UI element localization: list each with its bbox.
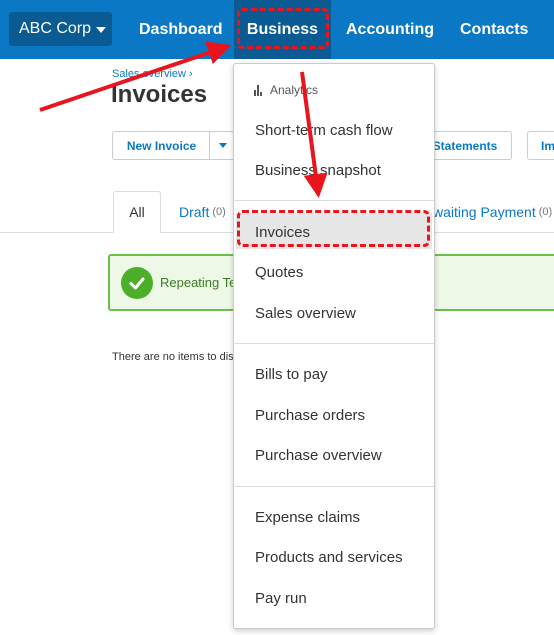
menu-item-quotes[interactable]: Quotes <box>255 264 303 281</box>
business-highlight-box <box>237 8 329 49</box>
bar-chart-icon <box>254 84 263 96</box>
menu-heading-label: Analytics <box>270 83 319 97</box>
menu-item-expense-claims[interactable]: Expense claims <box>255 509 360 526</box>
tab-draft[interactable]: Draft (0) <box>179 191 226 233</box>
org-name: ABC Corp <box>19 20 92 37</box>
menu-heading: Analytics <box>254 83 318 97</box>
empty-state-text: There are no items to dis <box>112 351 234 363</box>
menu-item-sales-overview[interactable]: Sales overview <box>255 305 356 322</box>
alert-message: Repeating Te <box>160 275 237 290</box>
import-button[interactable]: Im <box>527 131 554 160</box>
menu-item-pay-run[interactable]: Pay run <box>255 590 307 607</box>
tab-all[interactable]: All <box>113 191 161 233</box>
menu-item-products-and-services[interactable]: Products and services <box>255 549 403 566</box>
menu-item-purchase-overview[interactable]: Purchase overview <box>255 447 382 464</box>
chevron-down-icon <box>219 143 227 148</box>
chevron-down-icon <box>96 27 107 33</box>
menu-item-bills-to-pay[interactable]: Bills to pay <box>255 366 328 383</box>
page-title: Invoices <box>111 81 208 108</box>
tab-awaiting-count: (0) <box>538 206 553 218</box>
nav-dashboard[interactable]: Dashboard <box>139 0 223 59</box>
menu-divider <box>234 200 434 201</box>
menu-item-business-snapshot[interactable]: Business snapshot <box>255 162 381 179</box>
tab-draft-count: (0) <box>212 206 226 218</box>
menu-divider <box>234 486 434 487</box>
check-circle-icon <box>121 267 153 299</box>
new-invoice-button[interactable]: New Invoice <box>112 131 210 160</box>
org-switcher-button[interactable]: ABC Corp <box>9 12 112 46</box>
nav-accounting[interactable]: Accounting <box>346 0 434 59</box>
tab-awaiting-payment[interactable]: waiting Payment (0) <box>433 191 552 233</box>
tab-awaiting-label: waiting Payment <box>433 204 536 220</box>
tab-draft-label: Draft <box>179 204 210 220</box>
menu-divider <box>234 343 434 344</box>
business-dropdown-menu: Analytics Short-term cash flow Business … <box>233 63 435 629</box>
menu-item-short-term-cash-flow[interactable]: Short-term cash flow <box>255 122 393 139</box>
nav-contacts[interactable]: Contacts <box>460 0 528 59</box>
menu-item-purchase-orders[interactable]: Purchase orders <box>255 407 365 424</box>
breadcrumb[interactable]: Sales overview › <box>112 68 193 80</box>
invoices-highlight-box <box>237 210 430 247</box>
